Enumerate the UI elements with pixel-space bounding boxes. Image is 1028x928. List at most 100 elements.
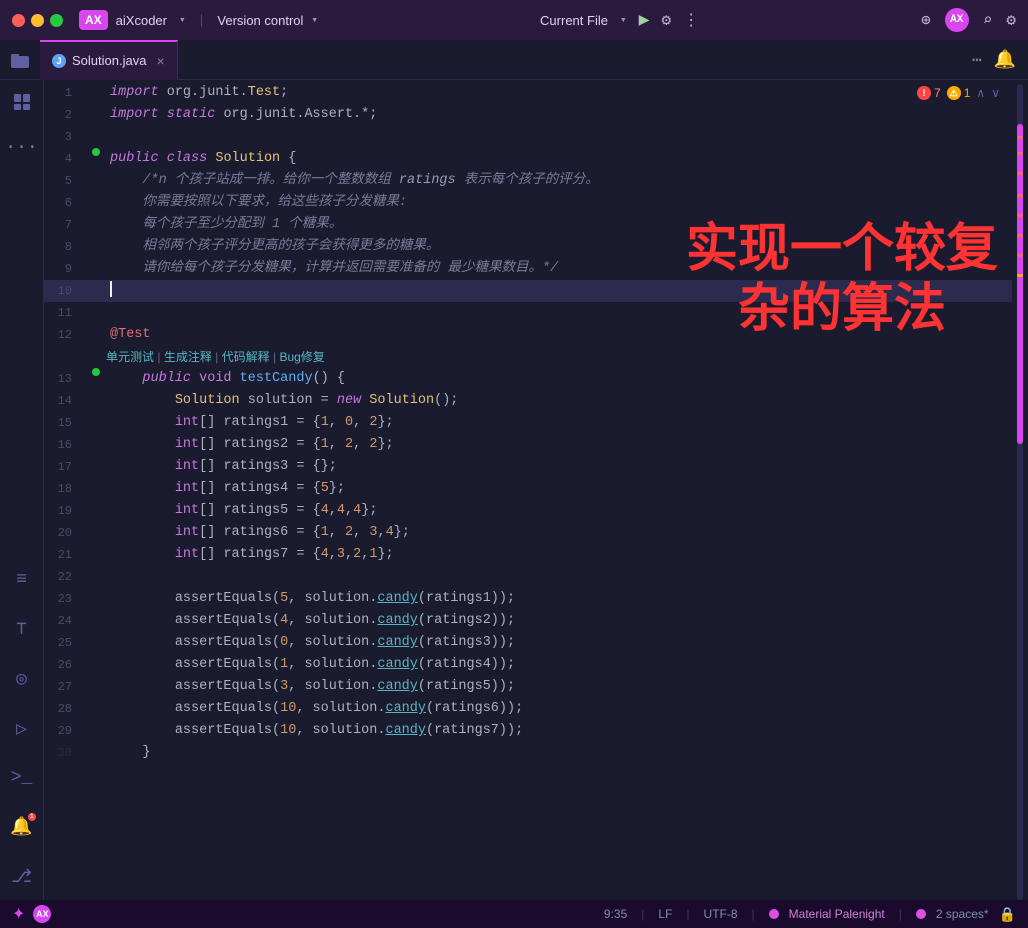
line-number: 17 bbox=[44, 456, 86, 478]
line-number: 21 bbox=[44, 544, 86, 566]
line-content: 每个孩子至少分配到 1 个糖果。 bbox=[106, 214, 1028, 236]
code-line: 18 int[] ratings4 = {5}; bbox=[44, 478, 1028, 500]
titlebar-separator: | bbox=[198, 13, 206, 28]
line-number: 3 bbox=[44, 126, 86, 148]
folder-icon[interactable] bbox=[0, 40, 40, 80]
version-control-chevron-icon[interactable]: ▾ bbox=[311, 13, 318, 27]
line-number: 16 bbox=[44, 434, 86, 456]
scrollbar-error-mark bbox=[1017, 172, 1023, 175]
error-count: 7 bbox=[934, 86, 941, 100]
code-line: 25 assertEquals(0, solution.candy(rating… bbox=[44, 632, 1028, 654]
line-number: 2 bbox=[44, 104, 86, 126]
error-bar: ! 7 ⚠ 1 ∧ ∨ bbox=[909, 80, 1008, 106]
minimize-button[interactable] bbox=[31, 14, 44, 27]
line-number: 18 bbox=[44, 478, 86, 500]
code-line: 24 assertEquals(4, solution.candy(rating… bbox=[44, 610, 1028, 632]
line-content: } bbox=[106, 742, 1028, 764]
line-content: /*n 个孩子站成一排。给你一个整数数组 ratings 表示每个孩子的评分。 bbox=[106, 170, 1028, 192]
sidebar-git-icon[interactable]: ⎇ bbox=[11, 866, 32, 888]
expand-icon[interactable]: ∨ bbox=[991, 86, 1000, 100]
sidebar-terminal-icon[interactable]: >_ bbox=[11, 768, 33, 788]
current-file-chevron-icon[interactable]: ▾ bbox=[620, 13, 627, 27]
line-number: 5 bbox=[44, 170, 86, 192]
code-line: 19 int[] ratings5 = {4,4,4}; bbox=[44, 500, 1028, 522]
statusbar-lf[interactable]: LF bbox=[658, 907, 672, 921]
line-gutter bbox=[86, 368, 106, 376]
sidebar-badge-area: 🔔 1 bbox=[10, 816, 32, 846]
add-user-icon[interactable]: ⊕ bbox=[921, 10, 931, 30]
scrollbar-track bbox=[1017, 84, 1023, 900]
code-container[interactable]: 1 import org.junit.Test; 2 import static… bbox=[44, 80, 1028, 900]
code-line: 5 /*n 个孩子站成一排。给你一个整数数组 ratings 表示每个孩子的评分… bbox=[44, 170, 1028, 192]
code-line: 1 import org.junit.Test; bbox=[44, 82, 1028, 104]
code-line: 20 int[] ratings6 = {1, 2, 3,4}; bbox=[44, 522, 1028, 544]
error-dot: ! bbox=[917, 86, 931, 100]
statusbar-spaces[interactable]: 2 spaces* bbox=[936, 907, 989, 921]
scrollbar-thumb[interactable] bbox=[1017, 124, 1023, 444]
scrollbar-error-mark bbox=[1017, 234, 1023, 237]
version-control-label[interactable]: Version control bbox=[217, 13, 303, 28]
search-icon[interactable]: ⌕ bbox=[983, 10, 993, 30]
line-number: 28 bbox=[44, 698, 86, 720]
sidebar-file-explorer-icon[interactable] bbox=[12, 92, 32, 118]
code-explain-link[interactable]: 代码解释 bbox=[222, 350, 270, 364]
line-number: 27 bbox=[44, 676, 86, 698]
sidebar-run-icon[interactable]: ▷ bbox=[16, 718, 27, 740]
sidebar-pin-icon[interactable]: ⊤ bbox=[16, 618, 27, 640]
line-content: assertEquals(1, solution.candy(ratings4)… bbox=[106, 654, 1028, 676]
sidebar-list-icon[interactable]: ≡ bbox=[16, 570, 27, 590]
code-line: 30 } bbox=[44, 742, 1028, 764]
code-line: 21 int[] ratings7 = {4,3,2,1}; bbox=[44, 544, 1028, 566]
line-content: assertEquals(10, solution.candy(ratings6… bbox=[106, 698, 1028, 720]
settings-icon[interactable]: ⚙ bbox=[1006, 10, 1016, 30]
line-gutter bbox=[86, 148, 106, 156]
line-number: 6 bbox=[44, 192, 86, 214]
scrollbar[interactable] bbox=[1012, 80, 1028, 900]
editor-area[interactable]: ! 7 ⚠ 1 ∧ ∨ 实现一个较复杂的算法 1 import org.juni… bbox=[44, 80, 1028, 900]
tab-close-icon[interactable]: × bbox=[156, 53, 164, 69]
sidebar-dots-icon[interactable]: ··· bbox=[5, 138, 37, 158]
line-number: 9 bbox=[44, 258, 86, 280]
scrollbar-error-mark bbox=[1017, 136, 1023, 139]
run-button[interactable]: ▶ bbox=[639, 9, 650, 31]
collapse-icon[interactable]: ∧ bbox=[976, 86, 985, 100]
line-number: 25 bbox=[44, 632, 86, 654]
statusbar-time: 9:35 bbox=[604, 907, 627, 921]
notification-bell-icon[interactable]: 🔔 bbox=[994, 49, 1016, 71]
code-line: 7 每个孩子至少分配到 1 个糖果。 bbox=[44, 214, 1028, 236]
line-content: int[] ratings1 = {1, 0, 2}; bbox=[106, 412, 1028, 434]
current-file-label[interactable]: Current File bbox=[540, 13, 608, 28]
avatar[interactable]: AX bbox=[945, 8, 969, 32]
app-name-chevron-icon[interactable]: ▾ bbox=[179, 13, 186, 27]
more-options-icon[interactable]: ⋮ bbox=[683, 10, 699, 30]
line-content: int[] ratings2 = {1, 2, 2}; bbox=[106, 434, 1028, 456]
traffic-lights bbox=[12, 14, 63, 27]
statusbar-utf8[interactable]: UTF-8 bbox=[704, 907, 738, 921]
java-file-icon: J bbox=[52, 54, 66, 68]
tab-solution-java[interactable]: J Solution.java × bbox=[40, 40, 178, 80]
code-line: 13 public void testCandy() { bbox=[44, 368, 1028, 390]
gutter-dot bbox=[92, 148, 100, 156]
titlebar: AX aiXcoder ▾ | Version control ▾ Curren… bbox=[0, 0, 1028, 40]
line-number: 10 bbox=[44, 280, 86, 302]
bug-fix-link[interactable]: Bug修复 bbox=[279, 350, 324, 364]
line-number: 13 bbox=[44, 368, 86, 390]
unit-test-link[interactable]: 单元测试 bbox=[106, 350, 154, 364]
maximize-button[interactable] bbox=[50, 14, 63, 27]
scrollbar-error-mark bbox=[1017, 254, 1023, 257]
line-number: 29 bbox=[44, 720, 86, 742]
generate-comment-link[interactable]: 生成注释 bbox=[164, 350, 212, 364]
line-content: public void testCandy() { bbox=[106, 368, 1028, 390]
code-line: 3 bbox=[44, 126, 1028, 148]
close-button[interactable] bbox=[12, 14, 25, 27]
debug-icon[interactable]: ⚙ bbox=[661, 10, 671, 30]
line-number: 19 bbox=[44, 500, 86, 522]
line-content: Solution solution = new Solution(); bbox=[106, 390, 1028, 412]
tab-more-icon[interactable]: ⋯ bbox=[972, 50, 982, 70]
line-content: import static org.junit.Assert.*; bbox=[106, 104, 1028, 126]
lock-icon: 🔒 bbox=[999, 906, 1016, 923]
test-actions-bar[interactable]: 单元测试 | 生成注释 | 代码解释 | Bug修复 bbox=[106, 346, 325, 368]
statusbar-theme[interactable]: Material Palenight bbox=[789, 907, 885, 921]
code-line: 16 int[] ratings2 = {1, 2, 2}; bbox=[44, 434, 1028, 456]
sidebar-play-circle-icon[interactable]: ◎ bbox=[16, 668, 27, 690]
